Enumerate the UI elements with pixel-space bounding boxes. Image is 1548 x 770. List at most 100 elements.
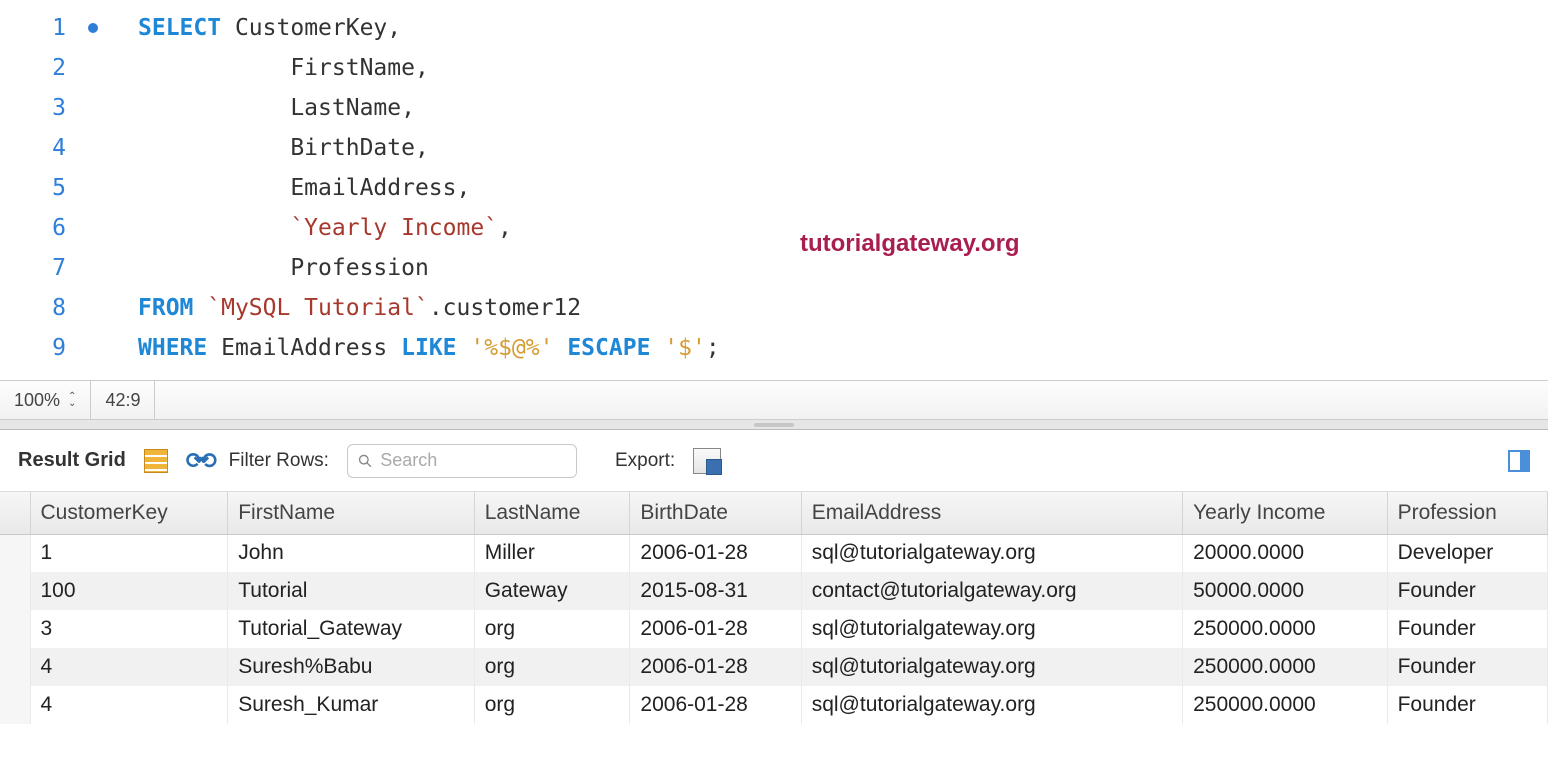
table-cell[interactable]: 20000.0000 [1183,534,1387,572]
table-cell[interactable]: contact@tutorialgateway.org [801,572,1182,610]
refresh-icon[interactable]: ⟳⟲ [186,448,211,474]
table-cell[interactable]: 250000.0000 [1183,686,1387,724]
row-selector[interactable] [0,572,30,610]
table-cell[interactable]: 4 [30,686,228,724]
table-cell[interactable]: Founder [1387,686,1547,724]
table-cell[interactable]: John [228,534,475,572]
code-line[interactable]: 5 EmailAddress, [0,168,1548,208]
status-bar: 100% ⌃ ⌄ 42:9 [0,380,1548,420]
filter-search[interactable] [347,444,577,478]
chevron-down-icon[interactable]: ⌄ [68,400,76,407]
table-cell[interactable]: Gateway [474,572,630,610]
table-cell[interactable]: Tutorial [228,572,475,610]
table-row[interactable]: 3Tutorial_Gatewayorg2006-01-28sql@tutori… [0,610,1548,648]
table-row[interactable]: 100TutorialGateway2015-08-31contact@tuto… [0,572,1548,610]
column-header[interactable]: EmailAddress [801,492,1182,534]
code-text[interactable]: Profession [78,255,429,281]
sql-editor[interactable]: 1SELECT CustomerKey,2 FirstName,3 LastNa… [0,0,1548,380]
table-cell[interactable]: 50000.0000 [1183,572,1387,610]
code-text[interactable]: EmailAddress, [78,175,470,201]
zoom-value: 100% [14,390,60,411]
table-cell[interactable]: 2015-08-31 [630,572,801,610]
code-line[interactable]: 9WHERE EmailAddress LIKE '%$@%' ESCAPE '… [0,328,1548,368]
line-number: 3 [0,95,78,121]
table-cell[interactable]: Founder [1387,648,1547,686]
code-line[interactable]: 2 FirstName, [0,48,1548,88]
column-header[interactable]: Profession [1387,492,1547,534]
table-cell[interactable]: Founder [1387,610,1547,648]
code-text[interactable]: WHERE EmailAddress LIKE '%$@%' ESCAPE '$… [78,335,720,361]
code-line[interactable]: 7 Profession [0,248,1548,288]
line-number: 1 [0,15,78,41]
line-number: 4 [0,135,78,161]
code-text[interactable]: SELECT CustomerKey, [78,15,401,41]
line-number: 8 [0,295,78,321]
row-selector[interactable] [0,686,30,724]
cursor-position: 42:9 [91,381,155,419]
code-text[interactable]: FirstName, [78,55,429,81]
line-number: 7 [0,255,78,281]
code-line[interactable]: 1SELECT CustomerKey, [0,8,1548,48]
export-icon[interactable] [693,448,721,474]
panel-toggle-icon[interactable] [1508,450,1530,472]
table-cell[interactable]: sql@tutorialgateway.org [801,610,1182,648]
code-line[interactable]: 3 LastName, [0,88,1548,128]
results-table[interactable]: CustomerKeyFirstNameLastNameBirthDateEma… [0,492,1548,724]
breakpoint-icon[interactable] [88,23,98,33]
table-row[interactable]: 4Suresh%Babuorg2006-01-28sql@tutorialgat… [0,648,1548,686]
table-row[interactable]: 4Suresh_Kumarorg2006-01-28sql@tutorialga… [0,686,1548,724]
line-number: 6 [0,215,78,241]
table-cell[interactable]: Miller [474,534,630,572]
table-cell[interactable]: 100 [30,572,228,610]
line-number: 9 [0,335,78,361]
table-cell[interactable]: sql@tutorialgateway.org [801,534,1182,572]
line-number: 2 [0,55,78,81]
table-cell[interactable]: 1 [30,534,228,572]
code-text[interactable]: FROM `MySQL Tutorial`.customer12 [78,295,581,321]
code-text[interactable]: LastName, [78,95,415,121]
column-header[interactable]: BirthDate [630,492,801,534]
table-cell[interactable]: 250000.0000 [1183,610,1387,648]
column-header[interactable]: FirstName [228,492,475,534]
search-icon [358,453,372,469]
zoom-level[interactable]: 100% ⌃ ⌄ [0,381,91,419]
table-cell[interactable]: 2006-01-28 [630,610,801,648]
row-selector[interactable] [0,534,30,572]
row-selector[interactable] [0,648,30,686]
zoom-stepper[interactable]: ⌃ ⌄ [68,393,76,407]
table-cell[interactable]: org [474,648,630,686]
column-header[interactable]: LastName [474,492,630,534]
code-line[interactable]: 4 BirthDate, [0,128,1548,168]
table-cell[interactable]: Founder [1387,572,1547,610]
table-cell[interactable]: 250000.0000 [1183,648,1387,686]
line-number: 5 [0,175,78,201]
code-text[interactable]: `Yearly Income`, [78,215,512,241]
grid-icon[interactable] [144,449,168,473]
column-header[interactable]: CustomerKey [30,492,228,534]
code-line[interactable]: 6 `Yearly Income`, [0,208,1548,248]
code-text[interactable]: BirthDate, [78,135,429,161]
pane-splitter[interactable] [0,420,1548,430]
table-cell[interactable]: 4 [30,648,228,686]
table-cell[interactable]: 2006-01-28 [630,534,801,572]
table-cell[interactable]: Suresh_Kumar [228,686,475,724]
table-cell[interactable]: sql@tutorialgateway.org [801,686,1182,724]
table-cell[interactable]: sql@tutorialgateway.org [801,648,1182,686]
table-cell[interactable]: Developer [1387,534,1547,572]
table-cell[interactable]: 2006-01-28 [630,648,801,686]
cursor-value: 42:9 [105,390,140,411]
splitter-handle-icon[interactable] [754,423,794,427]
code-line[interactable]: 8FROM `MySQL Tutorial`.customer12 [0,288,1548,328]
table-cell[interactable]: Tutorial_Gateway [228,610,475,648]
table-cell[interactable]: 2006-01-28 [630,686,801,724]
export-label: Export: [615,450,675,472]
table-cell[interactable]: Suresh%Babu [228,648,475,686]
column-header[interactable]: Yearly Income [1183,492,1387,534]
table-cell[interactable]: org [474,686,630,724]
table-cell[interactable]: 3 [30,610,228,648]
table-row[interactable]: 1JohnMiller2006-01-28sql@tutorialgateway… [0,534,1548,572]
result-grid-label: Result Grid [18,449,126,472]
table-cell[interactable]: org [474,610,630,648]
row-selector[interactable] [0,610,30,648]
filter-input[interactable] [380,450,566,471]
